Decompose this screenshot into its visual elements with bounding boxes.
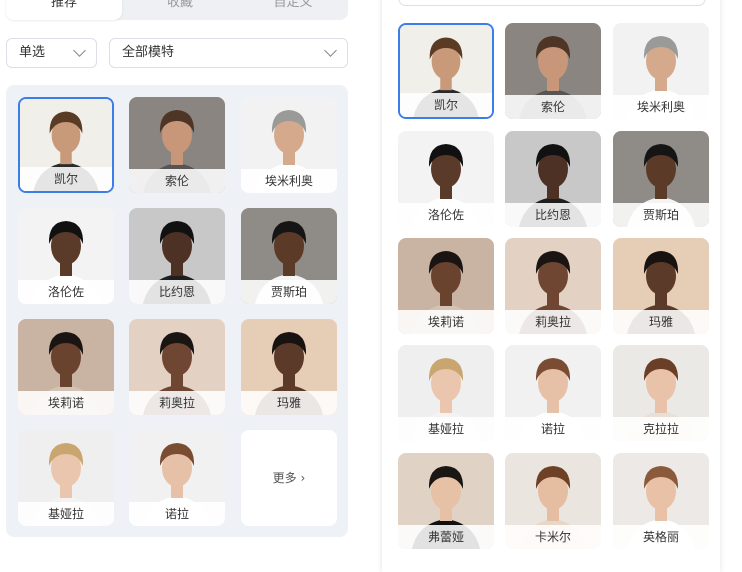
model-card[interactable]: 埃米利奥 xyxy=(613,23,709,119)
model-card[interactable]: 比约恩 xyxy=(505,131,601,227)
model-card[interactable]: 埃莉诺 xyxy=(398,238,494,334)
model-name: 比约恩 xyxy=(505,203,601,227)
model-name: 克拉拉 xyxy=(613,417,709,441)
model-name: 莉奥拉 xyxy=(505,310,601,334)
model-card[interactable]: 莉奥拉 xyxy=(505,238,601,334)
model-card[interactable]: 卡米尔 xyxy=(505,453,601,549)
model-name: 贾斯珀 xyxy=(613,203,709,227)
model-name: 卡米尔 xyxy=(505,525,601,549)
model-card[interactable]: 英格丽 xyxy=(613,453,709,549)
model-name: 弗蕾娅 xyxy=(398,525,494,549)
model-card[interactable]: 诺拉 xyxy=(505,345,601,441)
model-name: 凯尔 xyxy=(400,93,492,117)
model-name: 埃莉诺 xyxy=(398,310,494,334)
model-library-grid: 凯尔 索伦 埃米利奥洛伦佐 比约恩 贾斯珀埃莉诺 莉奥拉 玛雅基娅拉 诺拉 克拉拉弗蕾娅 卡米尔英… xyxy=(0,0,742,562)
model-card[interactable]: 凯尔 xyxy=(398,23,494,119)
model-name: 玛雅 xyxy=(613,310,709,334)
model-card[interactable]: 弗蕾娅 xyxy=(398,453,494,549)
model-card[interactable]: 基娅拉 xyxy=(398,345,494,441)
model-name: 英格丽 xyxy=(613,525,709,549)
model-name: 埃米利奥 xyxy=(613,95,709,119)
model-card[interactable]: 克拉拉 xyxy=(613,345,709,441)
model-name: 洛伦佐 xyxy=(398,203,494,227)
model-card[interactable]: 洛伦佐 xyxy=(398,131,494,227)
model-card[interactable]: 玛雅 xyxy=(613,238,709,334)
model-card[interactable]: 贾斯珀 xyxy=(613,131,709,227)
model-name: 基娅拉 xyxy=(398,417,494,441)
model-card[interactable]: 索伦 xyxy=(505,23,601,119)
model-name: 诺拉 xyxy=(505,417,601,441)
model-name: 索伦 xyxy=(505,95,601,119)
